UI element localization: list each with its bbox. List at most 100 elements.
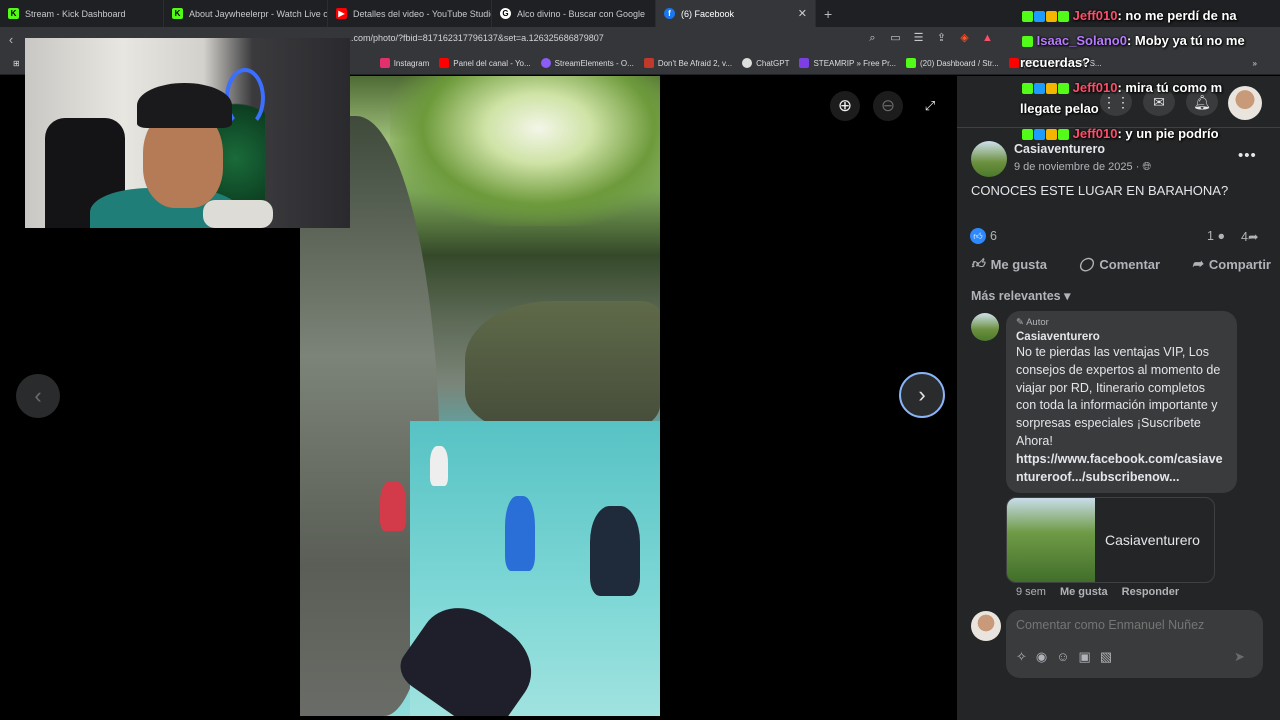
bookmark-streamelements[interactable]: StreamElements - O... (536, 58, 639, 68)
like-count[interactable]: 6 (990, 229, 997, 243)
comments-count[interactable]: 1 ● (1207, 229, 1225, 243)
more-bookmarks-icon[interactable]: » (1248, 59, 1262, 68)
youtube-icon (439, 58, 450, 68)
share-icon: ➦ (1191, 256, 1203, 271)
photo-person (380, 481, 406, 531)
current-user-avatar (971, 611, 1001, 641)
chat-message: Isaac_Solano0: Moby ya tú no me (1022, 33, 1245, 48)
bookmark-label: Panel del canal - Yo... (453, 58, 531, 68)
cast-icon[interactable]: ▭ (888, 31, 903, 46)
badge-icon (1034, 11, 1045, 23)
bookmark-label: STEAMRIP » Free Pr... (813, 58, 897, 68)
new-tab-icon[interactable]: + (824, 6, 832, 22)
pencil-icon: ✎ (1016, 317, 1024, 328)
youtube-icon (1008, 58, 1019, 68)
next-photo-button[interactable]: › (899, 372, 945, 418)
bookmark-youtube-panel[interactable]: Panel del canal - Yo... (434, 58, 535, 68)
gif-icon[interactable]: ▣ (1079, 649, 1091, 665)
comment-composer: ✧ ◉ ☺ ▣ ▧ ➤ (1006, 610, 1263, 678)
photo-person (430, 446, 448, 486)
tab-label: Detalles del video - YouTube Studio (353, 8, 492, 19)
kick-icon: K (172, 8, 183, 19)
comment-time[interactable]: 9 sem (1016, 586, 1046, 598)
avatar-sticker-icon[interactable]: ✧ (1016, 649, 1027, 665)
comment-button[interactable]: ◯ Comentar (1079, 256, 1160, 272)
link-preview-card[interactable]: Casiaventurero (1006, 497, 1215, 583)
post-author-avatar[interactable] (971, 141, 1007, 177)
tab-label: Alco divino - Buscar con Google (517, 8, 646, 19)
zoom-in-icon[interactable]: ⊕ (830, 91, 860, 121)
badge-icon (1022, 36, 1033, 48)
chat-text: : y un pie podrío (1117, 126, 1219, 141)
badge-icon (1046, 83, 1057, 95)
tab-kick-jaywheeler[interactable]: K About Jaywheelerpr - Watch Live on (164, 0, 328, 27)
game-icon (643, 58, 654, 68)
waterfall-photo (300, 76, 660, 716)
zoom-out-icon[interactable]: ⊖ (873, 91, 903, 121)
url-text[interactable]: ...com/photo/?fbid=817162317796137&set=a… (346, 33, 604, 43)
camera-icon[interactable]: ◉ (1036, 649, 1047, 665)
bookmark-steamrip[interactable]: STEAMRIP » Free Pr... (794, 58, 901, 68)
more-options-icon[interactable]: ••• (1238, 147, 1257, 164)
comment-sort-dropdown[interactable]: Más relevantes ▾ (971, 288, 1070, 303)
apps-icon[interactable]: ⊞ (8, 59, 25, 68)
comment-like-button[interactable]: Me gusta (1060, 586, 1108, 598)
link-preview-title: Casiaventurero (1105, 532, 1200, 548)
reader-icon[interactable]: ☰ (911, 31, 926, 46)
post-date-text: 9 de noviembre de 2025 · (1014, 161, 1143, 173)
chat-text: recuerdas? (1020, 55, 1091, 70)
comment-link[interactable]: https://www.facebook.com/casiaventureroo… (1016, 451, 1227, 487)
badge-icon (1022, 83, 1033, 95)
tab-youtube-studio[interactable]: ▶ Detalles del video - YouTube Studio (328, 0, 492, 27)
bookmark-dont-be-afraid[interactable]: Don't Be Afraid 2, v... (639, 58, 737, 68)
chat-username: Isaac_Solano0 (1036, 33, 1127, 48)
post-author-name[interactable]: Casiaventurero (1014, 142, 1105, 156)
brave-shield-icon[interactable]: ◈ (957, 31, 972, 46)
post-date[interactable]: 9 de noviembre de 2025 · 🌐︎ (1014, 161, 1151, 174)
share-button[interactable]: ➦ Compartir (1192, 256, 1271, 272)
address-bar-icons: ⌕ ▭ ☰ ⇪ ◈ ▲ (865, 31, 995, 46)
comment-reply-button[interactable]: Responder (1122, 586, 1179, 598)
tab-label: (6) Facebook (681, 8, 735, 19)
tab-kick-dashboard[interactable]: K Stream - Kick Dashboard (0, 0, 164, 27)
bookmark-instagram[interactable]: Instagram (375, 58, 435, 68)
comment-input[interactable] (1016, 618, 1246, 632)
tab-facebook[interactable]: f (6) Facebook ✕ (656, 0, 816, 27)
chevron-left-icon: ‹ (34, 383, 42, 408)
post-actions: 👍︎ Me gusta ◯ Comentar ➦ Compartir (971, 256, 1271, 272)
steamrip-icon (799, 58, 810, 68)
bookmark-chatgpt[interactable]: ChatGPT (737, 58, 794, 68)
zoom-icon[interactable]: ⌕ (865, 31, 880, 46)
bookmark-dashboard[interactable]: (20) Dashboard / Str... (901, 58, 1004, 68)
rewards-icon[interactable]: ▲ (980, 31, 995, 46)
account-avatar[interactable] (1228, 86, 1262, 120)
comment-author-avatar[interactable] (971, 313, 999, 341)
close-tab-icon[interactable]: ✕ (798, 7, 807, 20)
composer-tools: ✧ ◉ ☺ ▣ ▧ (1016, 649, 1112, 665)
fullscreen-icon[interactable]: ⤢ (915, 91, 945, 121)
instagram-icon (379, 58, 390, 68)
back-icon[interactable]: ‹ (0, 32, 22, 47)
webcam-overlay (25, 38, 350, 228)
tab-label: Stream - Kick Dashboard (25, 8, 126, 19)
shares-count[interactable]: 4➦ (1241, 229, 1258, 244)
chat-message: recuerdas? (1020, 55, 1090, 70)
tab-google-search[interactable]: G Alco divino - Buscar con Google (492, 0, 656, 27)
emoji-icon[interactable]: ☺ (1056, 649, 1069, 665)
like-button[interactable]: 👍︎ Me gusta (971, 256, 1047, 272)
photo-person (590, 506, 640, 596)
chat-message: Jeff010: mira tú como m (1022, 80, 1222, 95)
share-icon[interactable]: ⇪ (934, 31, 949, 46)
previous-photo-button[interactable]: ‹ (16, 374, 60, 418)
shares-count-text: 4 (1241, 230, 1248, 244)
send-icon[interactable]: ➤ (1234, 649, 1245, 665)
comment-text: No te pierdas las ventajas VIP, Los cons… (1016, 345, 1221, 448)
sticker-icon[interactable]: ▧ (1100, 649, 1112, 665)
comment-bubble: ✎ Autor Casiaventurero No te pierdas las… (1006, 311, 1237, 493)
globe-icon: 🌐︎ (1142, 161, 1152, 173)
comment-icon: ◯ (1078, 256, 1094, 271)
chat-badges (1022, 129, 1069, 141)
caret-down-icon: ▾ (1064, 289, 1071, 303)
chat-username: Jeff010 (1072, 8, 1118, 23)
comment-author-name[interactable]: Casiaventurero (1016, 331, 1227, 343)
